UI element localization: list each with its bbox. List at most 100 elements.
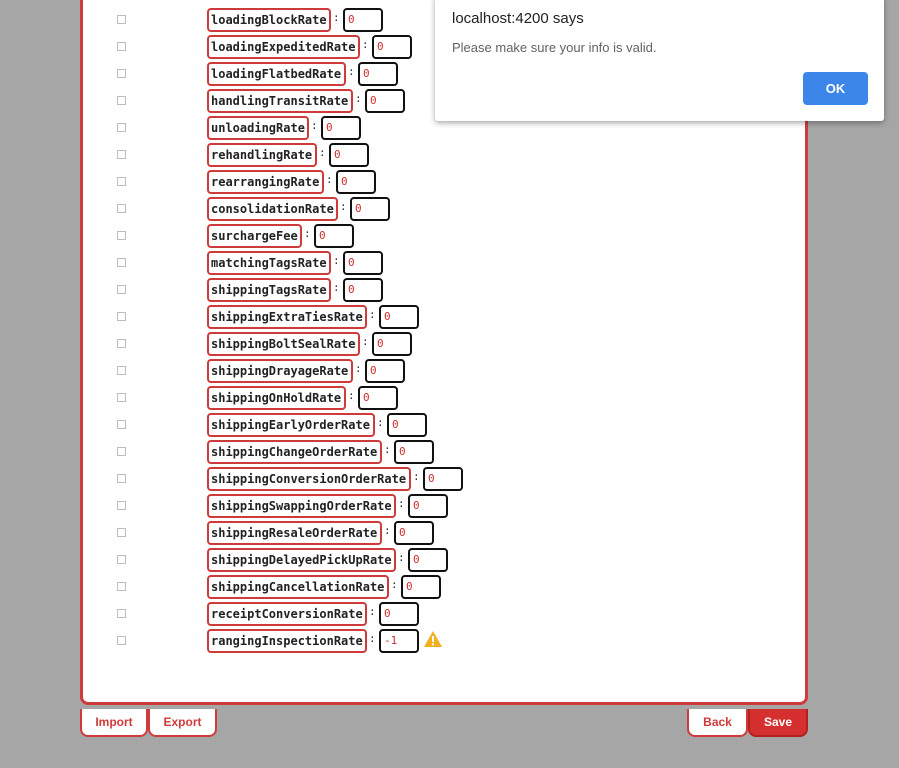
field-value-input[interactable]: 0 <box>408 548 448 572</box>
field-separator: : <box>384 524 391 537</box>
import-button[interactable]: Import <box>80 709 148 737</box>
field-key[interactable]: consolidationRate <box>207 197 338 221</box>
field-value-input[interactable]: 0 <box>329 143 369 167</box>
field-value-input[interactable]: 0 <box>408 494 448 518</box>
row-checkbox[interactable] <box>117 123 126 132</box>
field-value-input[interactable]: 0 <box>343 251 383 275</box>
row-checkbox[interactable] <box>117 177 126 186</box>
row-checkbox[interactable] <box>117 312 126 321</box>
field-key[interactable]: loadingFlatbedRate <box>207 62 346 86</box>
field-key[interactable]: shippingBoltSealRate <box>207 332 360 356</box>
row-checkbox[interactable] <box>117 150 126 159</box>
field-key[interactable]: matchingTagsRate <box>207 251 331 275</box>
field-separator: : <box>391 578 398 591</box>
field-value-input[interactable]: 0 <box>379 602 419 626</box>
field-separator: : <box>326 173 333 186</box>
field-key[interactable]: rangingInspectionRate <box>207 629 367 653</box>
row-checkbox[interactable] <box>117 285 126 294</box>
field-key[interactable]: surchargeFee <box>207 224 302 248</box>
warning-icon <box>424 631 442 647</box>
field-value-input[interactable]: 0 <box>372 35 412 59</box>
back-button[interactable]: Back <box>687 709 748 737</box>
field-key[interactable]: unloadingRate <box>207 116 309 140</box>
field-key[interactable]: shippingCancellationRate <box>207 575 389 599</box>
save-button[interactable]: Save <box>748 709 808 737</box>
row-checkbox[interactable] <box>117 555 126 564</box>
field-value-input[interactable]: 0 <box>387 413 427 437</box>
row-checkbox[interactable] <box>117 231 126 240</box>
field-row: shippingDrayageRate:0 <box>83 359 803 383</box>
field-separator: : <box>362 38 369 51</box>
field-key[interactable]: handlingTransitRate <box>207 89 353 113</box>
field-row: rehandlingRate:0 <box>83 143 803 167</box>
field-key[interactable]: rehandlingRate <box>207 143 317 167</box>
field-value-input[interactable]: 0 <box>379 305 419 329</box>
field-key[interactable]: loadingBlockRate <box>207 8 331 32</box>
field-separator: : <box>398 551 405 564</box>
row-checkbox[interactable] <box>117 636 126 645</box>
field-value-input[interactable]: 0 <box>358 62 398 86</box>
field-separator: : <box>355 362 362 375</box>
field-value-input[interactable]: 0 <box>358 386 398 410</box>
field-key[interactable]: shippingOnHoldRate <box>207 386 346 410</box>
field-row: shippingConversionOrderRate:0 <box>83 467 803 491</box>
field-row: matchingTagsRate:0 <box>83 251 803 275</box>
field-key[interactable]: shippingDelayedPickUpRate <box>207 548 396 572</box>
field-value-input[interactable]: 0 <box>394 521 434 545</box>
field-value-input[interactable]: 0 <box>343 8 383 32</box>
row-checkbox[interactable] <box>117 609 126 618</box>
field-value-input[interactable]: 0 <box>423 467 463 491</box>
field-row: rangingInspectionRate: -1 <box>83 629 803 653</box>
field-key[interactable]: shippingTagsRate <box>207 278 331 302</box>
field-key[interactable]: shippingChangeOrderRate <box>207 440 382 464</box>
field-value-input[interactable]: 0 <box>394 440 434 464</box>
field-value-input[interactable]: -1 <box>379 629 419 653</box>
row-checkbox[interactable] <box>117 96 126 105</box>
field-row: shippingOnHoldRate:0 <box>83 386 803 410</box>
field-value-input[interactable]: 0 <box>365 89 405 113</box>
field-key[interactable]: rearrangingRate <box>207 170 324 194</box>
field-key[interactable]: shippingConversionOrderRate <box>207 467 411 491</box>
ok-button[interactable]: OK <box>803 72 868 105</box>
field-row: receiptConversionRate:0 <box>83 602 803 626</box>
row-checkbox[interactable] <box>117 204 126 213</box>
field-separator: : <box>348 389 355 402</box>
field-separator: : <box>340 200 347 213</box>
field-value-input[interactable]: 0 <box>336 170 376 194</box>
field-value-input[interactable]: 0 <box>365 359 405 383</box>
row-checkbox[interactable] <box>117 15 126 24</box>
field-value-input[interactable]: 0 <box>343 278 383 302</box>
row-checkbox[interactable] <box>117 420 126 429</box>
field-value-input[interactable]: 0 <box>350 197 390 221</box>
field-value-input[interactable]: 0 <box>321 116 361 140</box>
row-checkbox[interactable] <box>117 339 126 348</box>
field-key[interactable]: receiptConversionRate <box>207 602 367 626</box>
row-checkbox[interactable] <box>117 528 126 537</box>
dialog-title: localhost:4200 says <box>452 10 584 27</box>
field-separator: : <box>355 92 362 105</box>
row-checkbox[interactable] <box>117 258 126 267</box>
row-checkbox[interactable] <box>117 582 126 591</box>
field-value-input[interactable]: 0 <box>314 224 354 248</box>
row-checkbox[interactable] <box>117 366 126 375</box>
field-key[interactable]: shippingSwappingOrderRate <box>207 494 396 518</box>
row-checkbox[interactable] <box>117 42 126 51</box>
field-value-input[interactable]: 0 <box>401 575 441 599</box>
field-key[interactable]: shippingDrayageRate <box>207 359 353 383</box>
field-row: shippingDelayedPickUpRate:0 <box>83 548 803 572</box>
field-key[interactable]: shippingEarlyOrderRate <box>207 413 375 437</box>
row-checkbox[interactable] <box>117 447 126 456</box>
field-key[interactable]: shippingExtraTiesRate <box>207 305 367 329</box>
field-separator: : <box>333 254 340 267</box>
row-checkbox[interactable] <box>117 393 126 402</box>
field-separator: : <box>369 632 376 645</box>
export-button[interactable]: Export <box>148 709 217 737</box>
row-checkbox[interactable] <box>117 501 126 510</box>
row-checkbox[interactable] <box>117 474 126 483</box>
field-key[interactable]: loadingExpeditedRate <box>207 35 360 59</box>
field-row: shippingBoltSealRate:0 <box>83 332 803 356</box>
row-checkbox[interactable] <box>117 69 126 78</box>
field-key[interactable]: shippingResaleOrderRate <box>207 521 382 545</box>
field-value-input[interactable]: 0 <box>372 332 412 356</box>
field-separator: : <box>369 308 376 321</box>
